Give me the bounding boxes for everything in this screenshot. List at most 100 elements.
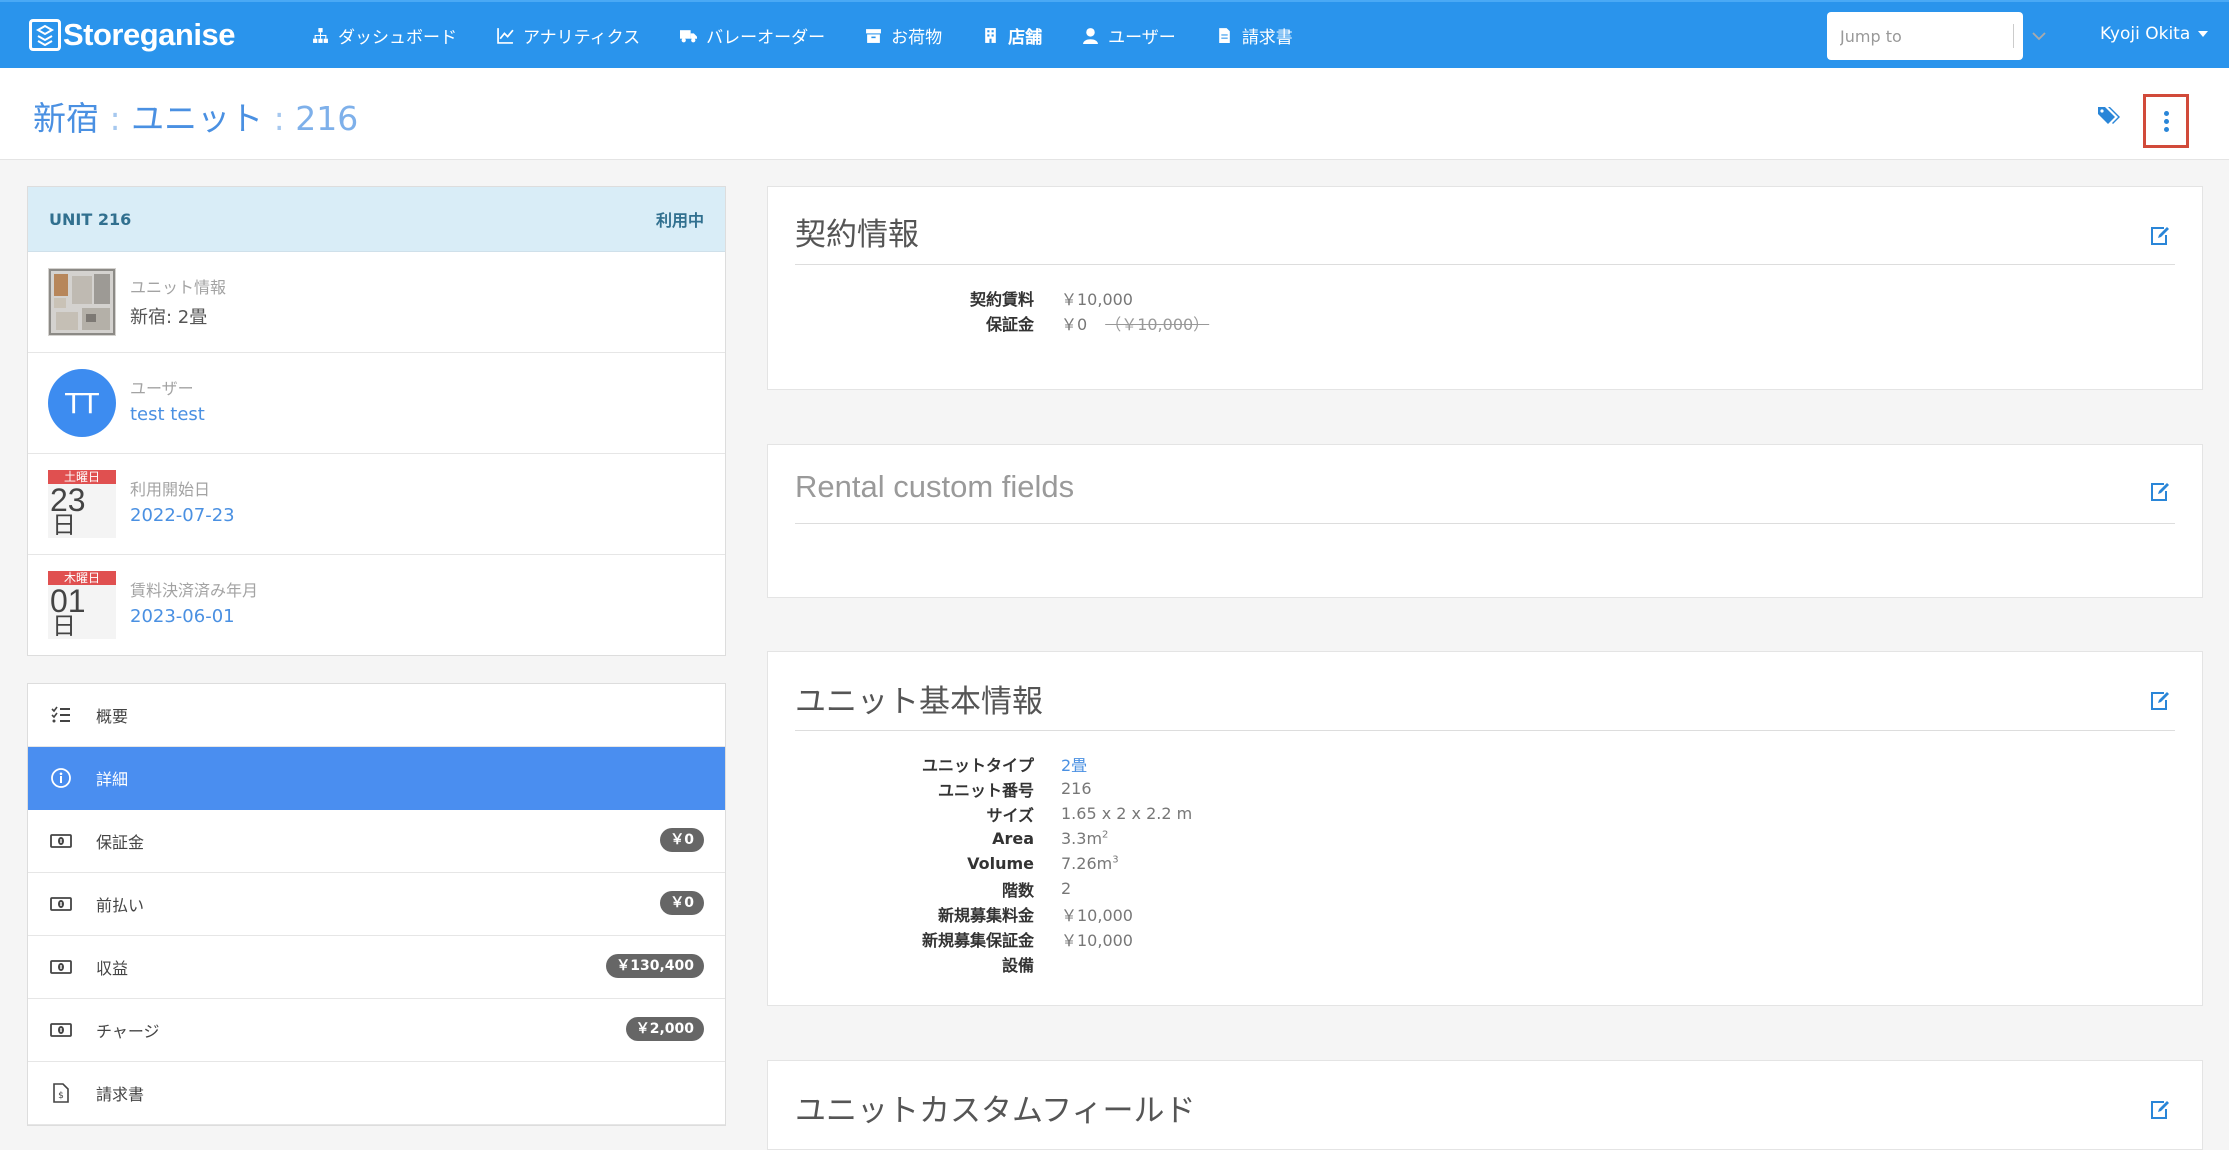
list-check-icon	[50, 704, 72, 726]
chevron-down-icon[interactable]	[2028, 25, 2050, 47]
menu-item-charges[interactable]: チャージ ￥2,000	[28, 999, 725, 1062]
calendar-icon: 土曜日 23 日	[48, 470, 116, 538]
new-deposit-row: 新規募集保証金 ￥10,000	[795, 926, 1192, 951]
unit-info-value: 新宿: 2畳	[130, 307, 208, 328]
page-title: 新宿 : ユニット : 216	[33, 92, 358, 140]
money-bill-icon	[50, 956, 72, 978]
unit-size-value: 1.65 x 2 x 2.2 m	[1061, 804, 1193, 823]
brand-link[interactable]: Storeganise	[29, 17, 235, 53]
archive-icon	[866, 28, 882, 43]
unit-size-row: サイズ 1.65 x 2 x 2.2 m	[795, 801, 1192, 826]
top-navbar: Storeganise ダッシュボード アナリティクス バレーオーダー お荷物 …	[0, 0, 2229, 68]
unit-area-exponent: 2	[1102, 829, 1109, 841]
prepayment-amount-badge: ￥0	[660, 891, 704, 915]
contract-rent-label: 契約賃料	[969, 289, 1034, 309]
unit-floorplan-thumbnail	[48, 268, 116, 336]
unit-number-row: ユニット番号 216	[795, 776, 1192, 801]
new-rent-value: ￥10,000	[1061, 905, 1133, 925]
money-bill-icon	[50, 1019, 72, 1041]
unit-type-row: ユニットタイプ 2畳	[795, 751, 1192, 776]
line-chart-icon	[497, 27, 514, 44]
unit-summary-panel: UNIT 216 利用中 ユニット情報 新宿: 2畳 TT ユーザー test …	[27, 186, 726, 656]
more-options-button[interactable]	[2143, 94, 2189, 148]
nav-analytics[interactable]: アナリティクス	[497, 23, 640, 48]
menu-item-details[interactable]: 詳細	[28, 747, 725, 810]
contract-info-title: 契約情報	[795, 217, 919, 253]
nav-valet-orders[interactable]: バレーオーダー	[680, 23, 825, 48]
menu-item-revenue[interactable]: 収益 ￥130,400	[28, 936, 725, 999]
unit-type-label: ユニットタイプ	[921, 755, 1034, 775]
charges-amount-badge: ￥2,000	[625, 1017, 704, 1041]
breadcrumb-separator: :	[263, 99, 296, 138]
breadcrumb-separator: :	[99, 99, 132, 138]
nav-invoices[interactable]: 請求書	[1216, 23, 1293, 48]
unit-custom-fields-card: ユニットカスタムフィールド	[767, 1060, 2203, 1150]
rental-custom-fields-card: Rental custom fields	[767, 444, 2203, 598]
menu-item-deposit[interactable]: 保証金 ￥0	[28, 810, 725, 873]
start-date-row: 土曜日 23 日 利用開始日 2022-07-23	[28, 454, 725, 555]
unit-basic-info-list: ユニットタイプ 2畳 ユニット番号 216 サイズ 1.65 x 2 x 2.2…	[795, 751, 1192, 976]
unit-basic-info-card: ユニット基本情報 ユニットタイプ 2畳 ユニット番号 216 サイズ 1.65 …	[767, 651, 2203, 1006]
facilities-label: 設備	[1001, 955, 1034, 975]
user-link[interactable]: test test	[130, 404, 205, 425]
avatar: TT	[48, 369, 116, 437]
unit-floor-row: 階数 2	[795, 876, 1192, 901]
contract-deposit-label: 保証金	[985, 314, 1034, 334]
user-menu-dropdown[interactable]: Kyoji Okita	[2100, 24, 2209, 44]
breadcrumb-site[interactable]: 新宿	[33, 99, 99, 138]
file-icon	[1219, 27, 1230, 43]
menu-item-label: 概要	[96, 707, 129, 726]
start-date-label: 利用開始日	[130, 480, 211, 499]
deposit-amount-badge: ￥0	[660, 828, 704, 852]
calendar-day-suffix: 日	[52, 612, 76, 640]
edit-icon[interactable]	[2149, 481, 2171, 503]
paid-until-link[interactable]: 2023-06-01	[130, 606, 235, 627]
start-date-link[interactable]: 2022-07-23	[130, 505, 235, 526]
breadcrumb-units[interactable]: ユニット	[131, 99, 263, 138]
new-deposit-value: ￥10,000	[1061, 930, 1133, 950]
jump-to-select[interactable]	[1827, 12, 2046, 60]
paid-until-row: 木曜日 01 日 賃料決済済み年月 2023-06-01	[28, 555, 725, 655]
nav-dashboard[interactable]: ダッシュボード	[312, 23, 457, 48]
unit-area-label: Area	[992, 829, 1034, 848]
edit-icon[interactable]	[2149, 1099, 2171, 1121]
truck-icon	[680, 29, 698, 42]
unit-volume-exponent: 3	[1112, 854, 1119, 866]
unit-number-label: ユニット番号	[937, 780, 1034, 800]
menu-item-label: 請求書	[96, 1085, 145, 1104]
nav-users-label: ユーザー	[1108, 27, 1176, 48]
contract-rent-value: ￥10,000	[1061, 289, 1133, 309]
unit-info-row[interactable]: ユニット情報 新宿: 2畳	[28, 252, 725, 353]
user-info-row: TT ユーザー test test	[28, 353, 725, 454]
menu-item-invoices[interactable]: $ 請求書	[28, 1062, 725, 1125]
edit-icon[interactable]	[2149, 225, 2171, 247]
card-divider	[795, 730, 2175, 731]
revenue-amount-badge: ￥130,400	[606, 954, 704, 978]
user-label: ユーザー	[130, 379, 194, 398]
unit-type-link[interactable]: 2畳	[1061, 752, 1087, 776]
menu-item-overview[interactable]: 概要	[28, 684, 725, 747]
facilities-row: 設備	[795, 951, 1192, 976]
sitemap-icon	[313, 27, 328, 43]
nav-items[interactable]: お荷物	[865, 23, 942, 48]
nav-users[interactable]: ユーザー	[1082, 23, 1176, 48]
edit-icon[interactable]	[2149, 690, 2171, 712]
menu-item-label: 前払い	[96, 896, 145, 915]
unit-info-label: ユニット情報	[130, 278, 227, 297]
main-nav: ダッシュボード アナリティクス バレーオーダー お荷物 店舗 ユーザー 請求書	[312, 2, 1333, 68]
caret-down-icon	[2198, 31, 2209, 37]
unit-area-number: 3.3m	[1061, 829, 1103, 848]
menu-item-prepayment[interactable]: 前払い ￥0	[28, 873, 725, 936]
nav-valet-orders-label: バレーオーダー	[706, 27, 826, 48]
nav-stores[interactable]: 店舗	[982, 23, 1042, 48]
tags-icon[interactable]	[2097, 104, 2123, 130]
jump-to-separator	[2013, 24, 2014, 48]
jump-to-input[interactable]	[1827, 12, 1977, 60]
contract-rent-row: 契約賃料 ￥10,000	[795, 285, 1209, 310]
new-rent-row: 新規募集料金 ￥10,000	[795, 901, 1192, 926]
nav-stores-label: 店舗	[1008, 27, 1043, 48]
unit-number-value: 216	[1061, 779, 1092, 798]
storeganise-logo-icon	[29, 19, 61, 51]
contract-info-list: 契約賃料 ￥10,000 保証金 ￥0 （￥10,000）	[795, 285, 1209, 335]
unit-floor-label: 階数	[1001, 880, 1034, 900]
